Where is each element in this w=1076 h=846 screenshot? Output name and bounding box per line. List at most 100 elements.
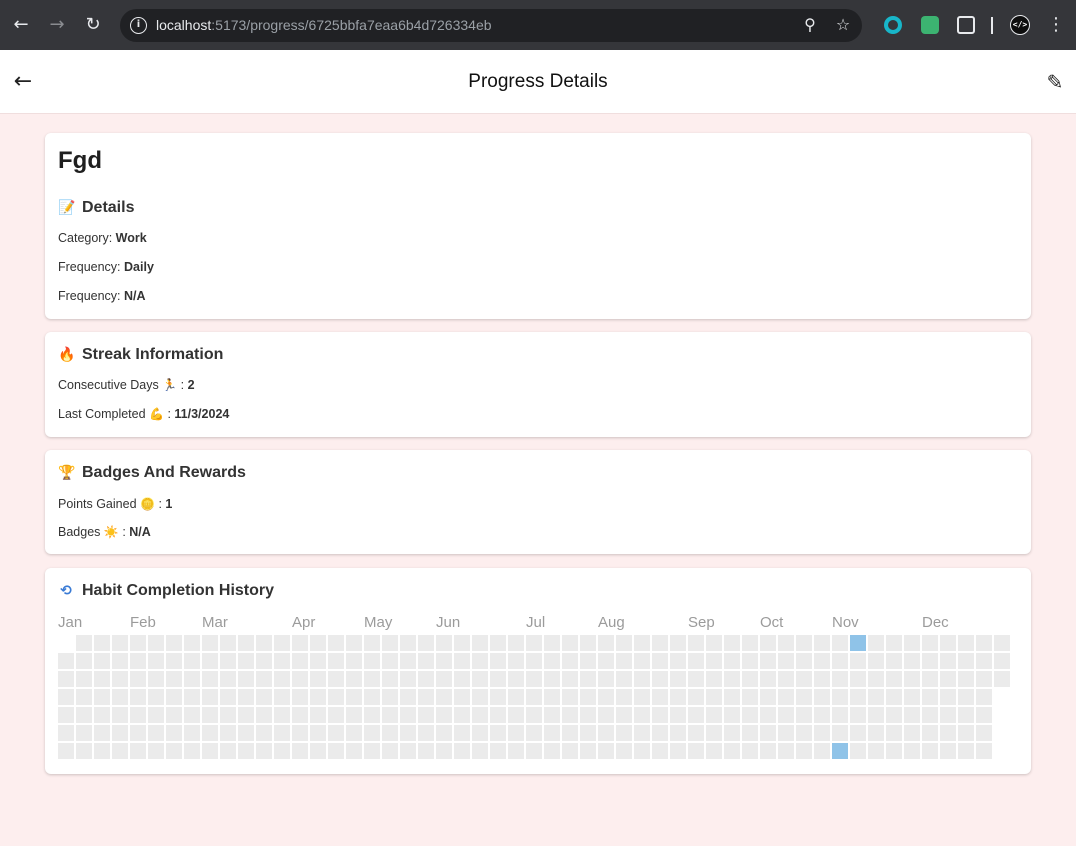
heatmap-cell[interactable] <box>724 671 740 687</box>
heatmap-cell[interactable] <box>760 707 776 723</box>
heatmap-cell[interactable] <box>958 653 974 669</box>
heatmap-cell[interactable] <box>382 707 398 723</box>
heatmap-cell[interactable] <box>382 653 398 669</box>
heatmap-cell[interactable] <box>976 689 992 705</box>
heatmap-cell[interactable] <box>292 653 308 669</box>
heatmap-cell[interactable] <box>238 635 254 651</box>
heatmap-cell[interactable] <box>310 743 326 759</box>
heatmap-cell[interactable] <box>670 707 686 723</box>
heatmap-cell[interactable] <box>94 671 110 687</box>
heatmap-cell[interactable] <box>328 671 344 687</box>
heatmap-cell[interactable] <box>220 707 236 723</box>
heatmap-cell[interactable] <box>724 689 740 705</box>
heatmap-cell[interactable] <box>544 689 560 705</box>
heatmap-cell[interactable] <box>112 671 128 687</box>
heatmap-cell[interactable] <box>166 671 182 687</box>
heatmap-cell[interactable] <box>328 725 344 741</box>
heatmap-cell[interactable] <box>166 653 182 669</box>
address-bar[interactable]: i localhost:5173/progress/6725bbfa7eaa6b… <box>120 9 862 42</box>
heatmap-cell[interactable] <box>544 743 560 759</box>
heatmap-cell[interactable] <box>940 635 956 651</box>
heatmap-cell[interactable] <box>850 725 866 741</box>
heatmap-cell[interactable] <box>202 707 218 723</box>
heatmap-cell[interactable] <box>760 725 776 741</box>
heatmap-cell[interactable] <box>706 689 722 705</box>
heatmap-cell[interactable] <box>472 671 488 687</box>
heatmap-cell[interactable] <box>724 725 740 741</box>
heatmap-cell[interactable] <box>580 635 596 651</box>
heatmap-cell[interactable] <box>994 653 1010 669</box>
heatmap-cell[interactable] <box>130 725 146 741</box>
heatmap-cell[interactable] <box>400 707 416 723</box>
heatmap-cell[interactable] <box>400 653 416 669</box>
heatmap-cell[interactable] <box>868 707 884 723</box>
heatmap-cell[interactable] <box>850 671 866 687</box>
heatmap-cell[interactable] <box>850 707 866 723</box>
heatmap-cell[interactable] <box>238 707 254 723</box>
heatmap-cell[interactable] <box>364 743 380 759</box>
heatmap-cell[interactable] <box>508 671 524 687</box>
heatmap-cell[interactable] <box>166 743 182 759</box>
heatmap-cell[interactable] <box>202 635 218 651</box>
heatmap-cell[interactable] <box>400 635 416 651</box>
heatmap-cell[interactable] <box>94 725 110 741</box>
heatmap-cell[interactable] <box>976 653 992 669</box>
heatmap-cell[interactable] <box>544 653 560 669</box>
heatmap-cell[interactable] <box>220 725 236 741</box>
heatmap-cell[interactable] <box>688 671 704 687</box>
heatmap-cell[interactable] <box>832 653 848 669</box>
heatmap-cell[interactable] <box>292 743 308 759</box>
heatmap-cell[interactable] <box>364 653 380 669</box>
heatmap-cell[interactable] <box>508 707 524 723</box>
heatmap-cell[interactable] <box>742 689 758 705</box>
heatmap-cell[interactable] <box>616 743 632 759</box>
heatmap-cell[interactable] <box>346 707 362 723</box>
heatmap-cell[interactable] <box>418 707 434 723</box>
heatmap-cell[interactable] <box>580 725 596 741</box>
heatmap-cell[interactable] <box>130 707 146 723</box>
heatmap-cell[interactable] <box>454 689 470 705</box>
heatmap-cell[interactable] <box>706 743 722 759</box>
heatmap-cell[interactable] <box>742 635 758 651</box>
heatmap-cell[interactable] <box>562 707 578 723</box>
heatmap-cell[interactable] <box>760 671 776 687</box>
heatmap-cell[interactable] <box>166 635 182 651</box>
heatmap-cell[interactable] <box>184 707 200 723</box>
heatmap-cell[interactable] <box>598 707 614 723</box>
heatmap-cell[interactable] <box>202 653 218 669</box>
heatmap-cell[interactable] <box>292 689 308 705</box>
heatmap-cell[interactable] <box>364 689 380 705</box>
heatmap-cell[interactable] <box>490 671 506 687</box>
heatmap-cell[interactable] <box>652 671 668 687</box>
heatmap-cell[interactable] <box>436 653 452 669</box>
heatmap-cell[interactable] <box>238 725 254 741</box>
heatmap-cell[interactable] <box>400 725 416 741</box>
heatmap-cell[interactable] <box>436 635 452 651</box>
heatmap-cell[interactable] <box>868 725 884 741</box>
heatmap-cell[interactable] <box>490 725 506 741</box>
heatmap-cell[interactable] <box>724 707 740 723</box>
heatmap-cell[interactable] <box>616 689 632 705</box>
heatmap-cell[interactable] <box>346 671 362 687</box>
heatmap-cell[interactable] <box>778 725 794 741</box>
heatmap-cell[interactable] <box>94 743 110 759</box>
heatmap-cell[interactable] <box>958 689 974 705</box>
extensions-puzzle-icon[interactable] <box>957 16 975 34</box>
heatmap-cell[interactable] <box>184 725 200 741</box>
heatmap-cell[interactable] <box>526 689 542 705</box>
heatmap-cell[interactable] <box>580 743 596 759</box>
heatmap-cell[interactable] <box>922 653 938 669</box>
heatmap-cell[interactable] <box>454 743 470 759</box>
heatmap-cell[interactable] <box>778 743 794 759</box>
heatmap-cell[interactable] <box>418 653 434 669</box>
heatmap-cell[interactable] <box>526 653 542 669</box>
heatmap-cell[interactable] <box>76 635 92 651</box>
heatmap-cell[interactable] <box>130 635 146 651</box>
heatmap-cell[interactable] <box>76 743 92 759</box>
heatmap-cell[interactable] <box>670 671 686 687</box>
heatmap-cell[interactable] <box>328 635 344 651</box>
heatmap-cell[interactable] <box>274 689 290 705</box>
heatmap-cell[interactable] <box>508 635 524 651</box>
heatmap-cell[interactable] <box>580 653 596 669</box>
heatmap-cell[interactable] <box>454 671 470 687</box>
